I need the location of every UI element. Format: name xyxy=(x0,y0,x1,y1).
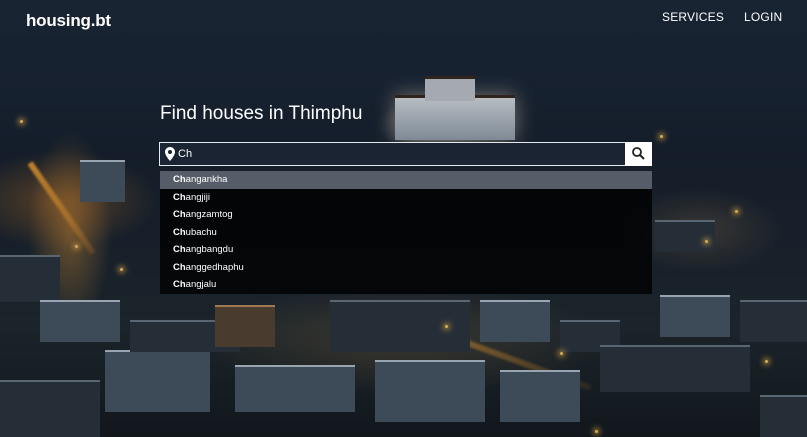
nav-services-link[interactable]: SERVICES xyxy=(662,10,724,24)
option-rest-text: angzamtog xyxy=(185,209,233,220)
autocomplete-option[interactable]: Changjiji xyxy=(160,189,652,207)
autocomplete-option[interactable]: Changzamtog xyxy=(160,206,652,224)
autocomplete-option[interactable]: Chubachu xyxy=(160,224,652,242)
site-logo[interactable]: housing.bt xyxy=(26,11,111,31)
option-match-text: Ch xyxy=(173,174,186,185)
search-bar xyxy=(159,142,652,166)
nav-login-link[interactable]: LOGIN xyxy=(744,10,782,24)
option-match-text: Ch xyxy=(173,244,186,255)
autocomplete-dropdown: Changankha Changjiji Changzamtog Chubachu Ch… xyxy=(160,171,652,294)
page-title: Find houses in Thimphu xyxy=(160,103,363,124)
option-rest-text: ubachu xyxy=(185,226,217,238)
option-rest-text: angjalu xyxy=(185,279,217,290)
option-match-text: Ch xyxy=(173,226,186,238)
option-rest-text: angjiji xyxy=(185,191,210,203)
search-field-box xyxy=(159,142,626,166)
option-match-text: Ch xyxy=(173,279,186,290)
option-rest-text: angankha xyxy=(185,174,228,185)
option-match-text: Ch xyxy=(173,261,186,273)
option-match-text: Ch xyxy=(173,209,186,220)
map-pin-icon xyxy=(165,147,175,161)
option-rest-text: anggedhaphu xyxy=(185,261,244,273)
magnifier-icon xyxy=(632,147,645,160)
search-button[interactable] xyxy=(625,142,652,166)
autocomplete-option[interactable]: Changgedhaphu xyxy=(160,259,652,277)
autocomplete-option[interactable]: Changjalu xyxy=(160,276,652,294)
autocomplete-option[interactable]: Changankha xyxy=(160,171,652,189)
autocomplete-option[interactable]: Changbangdu xyxy=(160,241,652,259)
option-rest-text: angbangdu xyxy=(185,244,234,255)
option-match-text: Ch xyxy=(173,191,186,203)
search-input[interactable] xyxy=(178,144,608,164)
